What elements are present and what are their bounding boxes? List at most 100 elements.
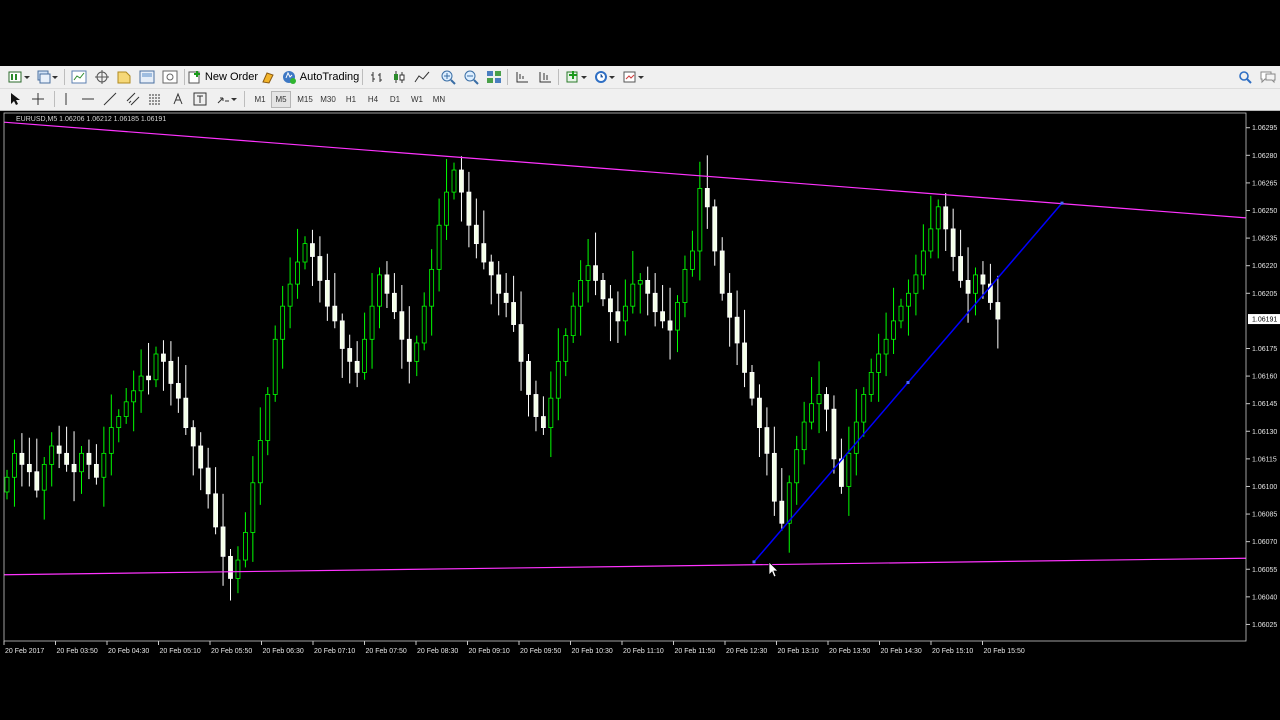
market-watch-button[interactable] bbox=[70, 68, 88, 86]
fibonacci-icon bbox=[148, 92, 162, 106]
candle bbox=[369, 273, 375, 369]
timeframe-d1[interactable]: D1 bbox=[386, 92, 404, 107]
candle bbox=[496, 261, 502, 316]
candle bbox=[853, 388, 859, 476]
trendline-tool[interactable] bbox=[101, 90, 119, 108]
candle bbox=[190, 420, 196, 476]
x-tick-label: 20 Feb 13:50 bbox=[829, 648, 870, 655]
timeframe-m5[interactable]: M5 bbox=[271, 91, 291, 108]
timeframe-m1[interactable]: M1 bbox=[251, 92, 269, 107]
candle bbox=[354, 341, 360, 388]
search-button[interactable] bbox=[1236, 68, 1254, 86]
chat-button[interactable] bbox=[1259, 68, 1277, 86]
strategy-tester-button[interactable] bbox=[161, 68, 179, 86]
timeframe-m15[interactable]: M15 bbox=[295, 92, 315, 107]
timeframe-h1[interactable]: H1 bbox=[342, 92, 360, 107]
candle bbox=[257, 407, 263, 505]
lower-trendline[interactable] bbox=[3, 557, 1247, 576]
metaeditor-button[interactable] bbox=[260, 68, 278, 86]
horizontal-line-tool[interactable] bbox=[79, 90, 97, 108]
metaeditor-icon bbox=[261, 70, 277, 84]
zoom-out-button[interactable] bbox=[462, 68, 480, 86]
candle bbox=[600, 273, 606, 307]
cursor-tool[interactable] bbox=[6, 90, 24, 108]
candle bbox=[86, 439, 92, 480]
candle bbox=[861, 387, 867, 437]
new-order-button[interactable]: New Order bbox=[188, 68, 258, 86]
x-tick-label: 20 Feb 09:10 bbox=[469, 648, 510, 655]
timeframe-mn[interactable]: MN bbox=[430, 92, 448, 107]
candle bbox=[339, 313, 345, 378]
candle bbox=[533, 380, 539, 432]
y-tick-label: 1.06055 bbox=[1252, 567, 1277, 574]
channel-anchor-point[interactable] bbox=[1060, 201, 1064, 205]
channel-anchor-point[interactable] bbox=[906, 381, 910, 385]
indicators-button[interactable] bbox=[564, 68, 590, 86]
autotrading-button[interactable]: AutoTrading bbox=[281, 68, 359, 86]
candle bbox=[757, 384, 762, 458]
candle bbox=[146, 342, 151, 395]
terminal-button[interactable] bbox=[138, 68, 156, 86]
y-tick-label: 1.06220 bbox=[1252, 263, 1277, 270]
candle bbox=[362, 312, 368, 380]
profiles-icon bbox=[36, 70, 58, 84]
line-chart-icon bbox=[414, 70, 430, 84]
new-chart-button[interactable] bbox=[6, 68, 32, 86]
bar-chart-button[interactable] bbox=[368, 68, 386, 86]
chat-icon bbox=[1259, 70, 1277, 84]
tile-windows-icon bbox=[486, 70, 502, 84]
channel-tool[interactable] bbox=[124, 90, 142, 108]
y-tick-label: 1.06295 bbox=[1252, 125, 1277, 132]
candle bbox=[771, 426, 777, 516]
y-tick-label: 1.06280 bbox=[1252, 153, 1277, 160]
candle bbox=[883, 312, 889, 377]
y-tick-label: 1.06115 bbox=[1252, 456, 1277, 463]
zoom-in-button[interactable] bbox=[439, 68, 457, 86]
candle bbox=[250, 456, 256, 562]
profiles-button[interactable] bbox=[34, 68, 60, 86]
line-chart-button[interactable] bbox=[413, 68, 431, 86]
terminal-icon bbox=[139, 70, 155, 84]
x-tick-label: 20 Feb 09:50 bbox=[520, 648, 561, 655]
data-window-button[interactable] bbox=[115, 68, 133, 86]
autotrading-icon bbox=[281, 69, 297, 85]
upper-trendline[interactable] bbox=[3, 121, 1247, 219]
candle bbox=[384, 261, 390, 309]
timeframe-h4[interactable]: H4 bbox=[364, 92, 382, 107]
y-tick-label: 1.06235 bbox=[1252, 236, 1277, 243]
candle bbox=[108, 394, 114, 476]
candle bbox=[608, 285, 613, 342]
candle bbox=[161, 340, 166, 391]
x-tick-label: 20 Feb 11:50 bbox=[675, 648, 716, 655]
navigator-button[interactable] bbox=[93, 68, 111, 86]
candlestick-button[interactable] bbox=[390, 68, 408, 86]
candle bbox=[973, 267, 978, 316]
y-tick-label: 1.06130 bbox=[1252, 429, 1277, 436]
periods-button[interactable] bbox=[592, 68, 618, 86]
text-icon bbox=[171, 92, 185, 106]
candle bbox=[712, 199, 718, 266]
candle bbox=[645, 266, 651, 316]
text-tool[interactable] bbox=[169, 90, 187, 108]
crosshair-tool[interactable] bbox=[29, 90, 47, 108]
candle bbox=[332, 273, 338, 329]
vertical-line-tool[interactable] bbox=[57, 90, 75, 108]
price-chart[interactable]: 1.06295 1.06280 1.06265 1.06250 1.06235 1.062… bbox=[0, 111, 1280, 662]
arrows-tool[interactable] bbox=[215, 90, 239, 108]
templates-button[interactable] bbox=[621, 68, 647, 86]
timeframe-m30[interactable]: M30 bbox=[318, 92, 338, 107]
candle bbox=[26, 437, 32, 487]
candle bbox=[56, 425, 62, 469]
chart-shift-button[interactable] bbox=[513, 68, 531, 86]
timeframe-w1[interactable]: W1 bbox=[408, 92, 426, 107]
x-tick-label: 20 Feb 11:10 bbox=[623, 648, 664, 655]
autoscroll-button[interactable] bbox=[536, 68, 554, 86]
tile-windows-button[interactable] bbox=[485, 68, 503, 86]
text-label-tool[interactable] bbox=[191, 90, 209, 108]
channel-anchor-point[interactable] bbox=[752, 560, 756, 564]
candle bbox=[548, 371, 554, 458]
fibonacci-tool[interactable] bbox=[146, 90, 164, 108]
x-tick-label: 20 Feb 15:10 bbox=[932, 648, 973, 655]
indicators-icon bbox=[566, 70, 588, 84]
candle bbox=[4, 469, 10, 500]
